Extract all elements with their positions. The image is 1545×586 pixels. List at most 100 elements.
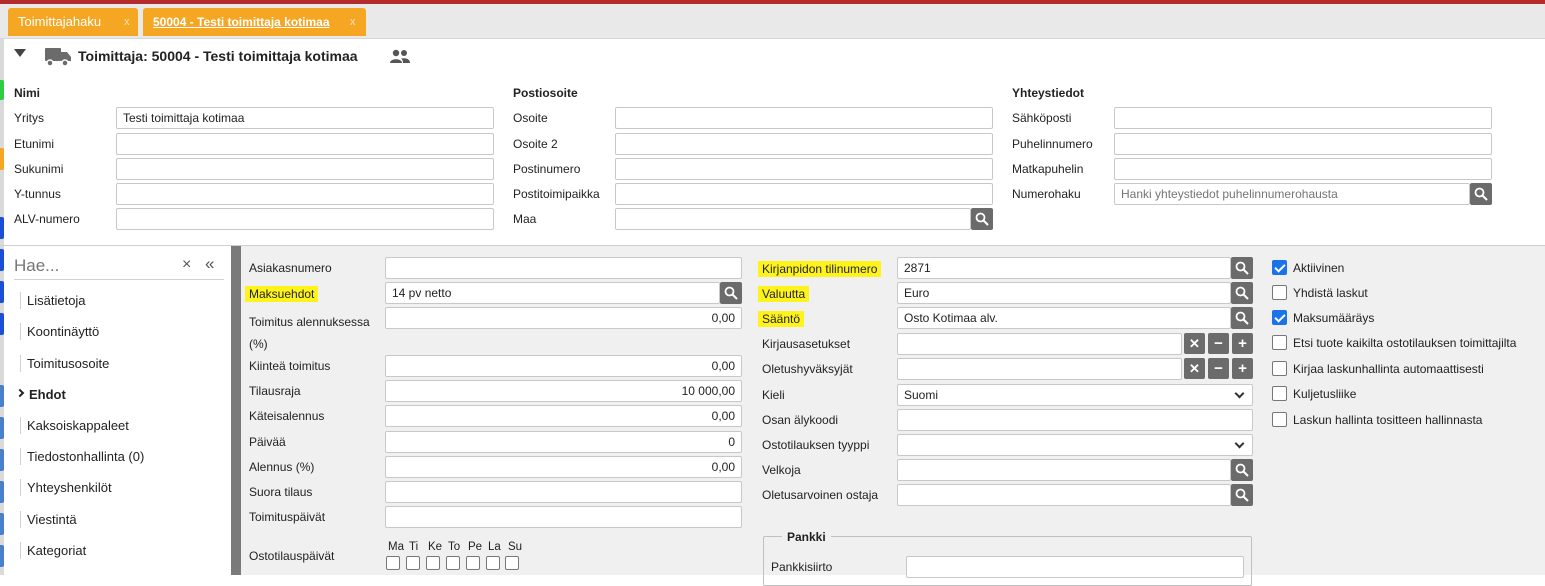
tab-close-icon[interactable]: x (124, 8, 130, 36)
chevron-down-icon (1234, 438, 1245, 449)
sidebar-scrollbar[interactable] (231, 246, 241, 575)
page-title: Toimittaja: 50004 - Testi toimittaja kot… (78, 48, 358, 64)
checkbox-label: Laskun hallinta tositteen hallinnasta (1293, 413, 1483, 427)
kiintea-toimitus-field[interactable]: 0,00 (385, 355, 742, 377)
maa-search-button[interactable] (971, 208, 993, 230)
maksuehdot-field[interactable]: 14 pv netto (385, 282, 720, 304)
truck-icon (45, 48, 71, 67)
numerohaku-input[interactable] (1114, 183, 1470, 205)
field-label: Alennus (%) (249, 460, 315, 474)
day-checkbox-to[interactable] (446, 556, 460, 570)
collapse-sidebar-icon[interactable]: « (205, 254, 215, 274)
day-checkbox-su[interactable] (505, 556, 519, 570)
maksuehdot-search-button[interactable] (720, 282, 742, 304)
sidebar-item-yhteyshenkilot[interactable]: Yhteyshenkilöt (20, 479, 112, 496)
alv-numero-field[interactable] (116, 208, 494, 230)
sukunimi-field[interactable] (116, 158, 494, 180)
sahkoposti-field[interactable] (1114, 107, 1492, 129)
field-label: Matkapuhelin (1012, 162, 1084, 176)
plus-icon[interactable]: + (1232, 358, 1253, 379)
velkoja-search-button[interactable] (1231, 459, 1253, 481)
clear-icon[interactable]: ✕ (1184, 333, 1205, 354)
edge-marker[interactable] (0, 80, 4, 100)
checkbox-label: Etsi tuote kaikilta ostotilauksen toimit… (1293, 336, 1517, 350)
etsi-tuote-checkbox[interactable] (1272, 335, 1287, 350)
oletushyvaksyjat-field[interactable] (897, 358, 1182, 380)
minus-icon[interactable]: − (1208, 358, 1229, 379)
aktiivinen-checkbox[interactable] (1272, 260, 1287, 275)
y-tunnus-field[interactable] (116, 183, 494, 205)
paivaa-field[interactable]: 0 (385, 431, 742, 453)
ostotilauksen-tyyppi-select[interactable] (897, 434, 1253, 456)
sidebar-item-toimitusosoite[interactable]: Toimitusosoite (20, 355, 109, 372)
field-label: Oletusarvoinen ostaja (762, 488, 879, 502)
postitoimipaikka-field[interactable] (615, 183, 993, 205)
maksumaarays-checkbox[interactable] (1272, 310, 1287, 325)
saanto-search-button[interactable] (1231, 307, 1253, 329)
matkapuhelin-field[interactable] (1114, 158, 1492, 180)
sidebar-search-input[interactable] (14, 255, 174, 277)
valuutta-field[interactable]: Euro (897, 282, 1231, 304)
sidebar-item-kategoriat[interactable]: Kategoriat (20, 542, 86, 559)
minus-icon[interactable]: − (1208, 333, 1229, 354)
numerohaku-search-button[interactable] (1470, 183, 1492, 205)
alennus-field[interactable]: 0,00 (385, 456, 742, 478)
osoite-2-field[interactable] (615, 133, 993, 155)
maa-field[interactable] (615, 208, 971, 230)
kirjausasetukset-field[interactable] (897, 333, 1182, 355)
clear-icon[interactable]: ✕ (1184, 358, 1205, 379)
velkoja-field[interactable] (897, 459, 1231, 481)
day-checkbox-ke[interactable] (426, 556, 440, 570)
asiakasnumero-field[interactable] (385, 257, 742, 279)
laskun-hallinta-checkbox[interactable] (1272, 412, 1287, 427)
sidebar-item-viestinta[interactable]: Viestintä (20, 511, 77, 528)
valuutta-search-button[interactable] (1231, 282, 1253, 304)
kuljetusliike-checkbox[interactable] (1272, 386, 1287, 401)
sidebar-item-kaksoiskappaleet[interactable]: Kaksoiskappaleet (20, 417, 129, 434)
osoite-field[interactable] (615, 107, 993, 129)
day-checkbox-ti[interactable] (406, 556, 420, 570)
sidebar-item-tiedostonhallinta[interactable]: Tiedostonhallinta (0) (20, 448, 144, 465)
kirjaa-laskunhallinta-checkbox[interactable] (1272, 361, 1287, 376)
edge-marker[interactable] (0, 217, 4, 239)
oletusarvoinen-ostaja-field[interactable] (897, 484, 1231, 506)
yhdista-laskut-checkbox[interactable] (1272, 285, 1287, 300)
field-label: Numerohaku (1012, 187, 1081, 201)
toimitus-alennuksessa-field[interactable]: 0,00 (385, 307, 742, 329)
tab-close-icon[interactable]: x (350, 8, 356, 36)
edge-marker[interactable] (0, 148, 4, 170)
clear-search-icon[interactable]: × (182, 256, 191, 274)
people-icon[interactable] (389, 49, 411, 65)
puhelinnumero-field[interactable] (1114, 133, 1492, 155)
sidebar-item-koontinaytto[interactable]: Koontinäyttö (20, 323, 99, 340)
yritys-field[interactable]: Testi toimittaja kotimaa (116, 107, 494, 129)
tilausraja-field[interactable]: 10 000,00 (385, 380, 742, 402)
field-label: Puhelinnumero (1012, 137, 1093, 151)
ostaja-search-button[interactable] (1231, 484, 1253, 506)
etunimi-field[interactable] (116, 133, 494, 155)
tab-supplier-50004[interactable]: 50004 - Testi toimittaja kotimaa x (143, 8, 366, 36)
toimituspaivat-field[interactable] (385, 506, 742, 528)
sidebar-item-ehdot[interactable]: Ehdot (29, 386, 66, 403)
field-label: Postitoimipaikka (513, 187, 600, 201)
checkbox-label: Kirjaa laskunhallinta automaattisesti (1293, 362, 1484, 376)
day-checkbox-ma[interactable] (386, 556, 400, 570)
postinumero-field[interactable] (615, 158, 993, 180)
field-label-highlighted: Valuutta (758, 286, 810, 302)
day-checkbox-la[interactable] (486, 556, 500, 570)
plus-icon[interactable]: + (1232, 333, 1253, 354)
field-label: Käteisalennus (249, 409, 325, 423)
kieli-select[interactable]: Suomi (897, 384, 1253, 406)
day-checkbox-pe[interactable] (466, 556, 480, 570)
osan-alykoodi-field[interactable] (897, 409, 1253, 431)
tab-bar: Toimittajahaku x 50004 - Testi toimittaj… (0, 4, 1545, 39)
sidebar-item-lisatietoja[interactable]: Lisätietoja (20, 292, 86, 309)
saanto-field[interactable]: Osto Kotimaa alv. (897, 307, 1231, 329)
kateisalennus-field[interactable]: 0,00 (385, 405, 742, 427)
tilinumero-search-button[interactable] (1231, 257, 1253, 279)
suora-tilaus-field[interactable] (385, 481, 742, 503)
collapse-triangle-icon[interactable] (14, 49, 26, 57)
day-label: Ti (409, 541, 419, 553)
kirjanpidon-tilinumero-field[interactable]: 2871 (897, 257, 1231, 279)
tab-toimittajahaku[interactable]: Toimittajahaku x (8, 8, 138, 36)
